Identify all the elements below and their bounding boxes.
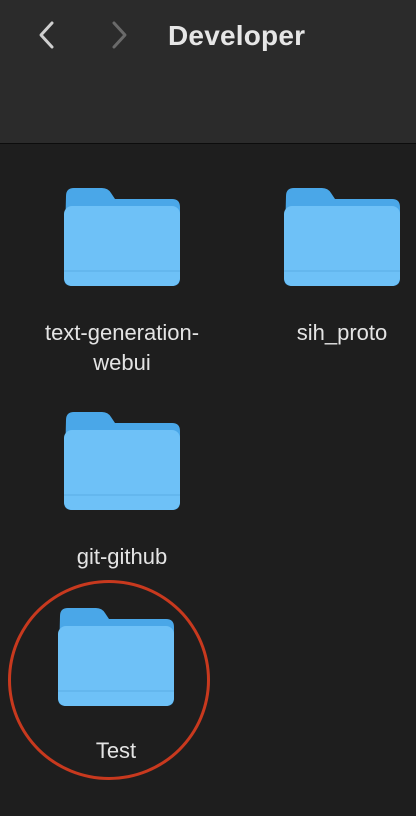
finder-window: Developer text-generation- webui sih_pro… [0, 0, 416, 816]
folder-label: Test [95, 738, 137, 763]
toolbar: Developer [0, 0, 416, 144]
folder-icon [58, 608, 174, 706]
folder-label: sih_proto [296, 320, 388, 345]
chevron-right-icon [112, 21, 127, 49]
forward-button[interactable] [102, 18, 136, 52]
folder-item-test[interactable]: Test [16, 606, 216, 766]
window-title: Developer [168, 20, 306, 51]
folder-item-sih-proto[interactable]: sih_proto [242, 186, 416, 348]
folder-grid: text-generation- webui sih_proto git-git… [0, 144, 416, 816]
folder-item-text-generation-webui[interactable]: text-generation- webui [22, 186, 222, 378]
back-button[interactable] [30, 18, 64, 52]
folder-label: git-github [76, 544, 168, 569]
folder-label: text-generation- webui [44, 320, 200, 375]
folder-item-git-github[interactable]: git-github [22, 410, 222, 572]
folder-icon [64, 412, 180, 510]
folder-icon [64, 188, 180, 286]
chevron-left-icon [39, 21, 54, 49]
folder-icon [284, 188, 400, 286]
